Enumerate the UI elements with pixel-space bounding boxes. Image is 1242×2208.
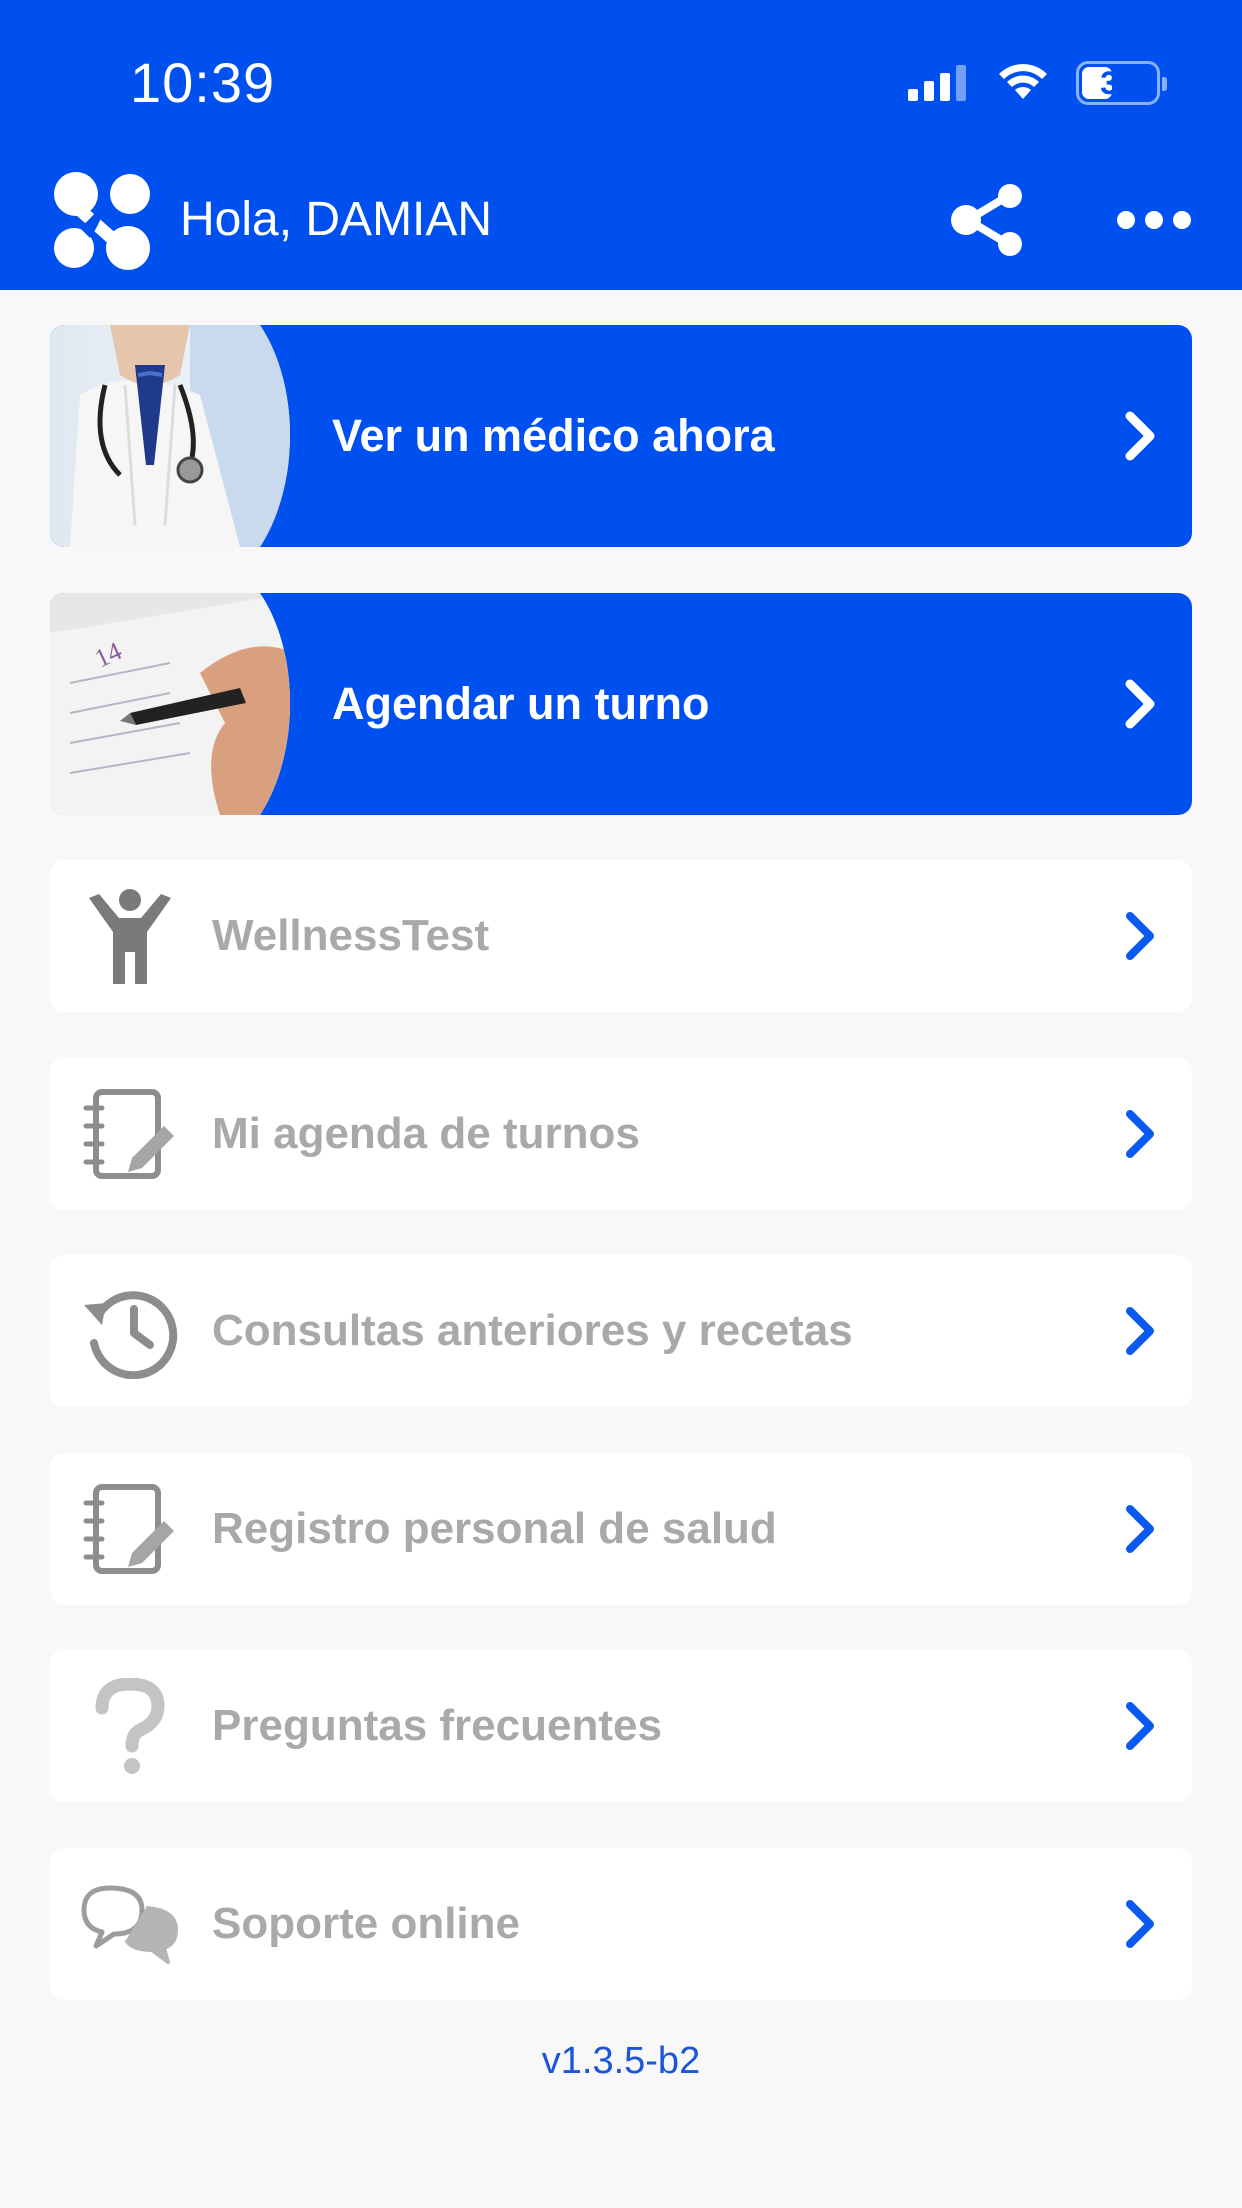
menu-item-label: Soporte online	[212, 1899, 520, 1948]
chevron-right-icon	[1126, 1307, 1154, 1355]
history-icon	[84, 1291, 178, 1379]
app-logo	[54, 172, 150, 270]
battery-indicator: 37	[1076, 61, 1167, 105]
chevron-right-icon	[1126, 1505, 1154, 1553]
calendar-photo: 14	[50, 593, 294, 815]
chevron-right-icon	[1125, 679, 1155, 729]
menu-item-label: Registro personal de salud	[212, 1504, 777, 1553]
menu-item-faq[interactable]: Preguntas frecuentes	[50, 1650, 1192, 1802]
schedule-appointment-label: Agendar un turno	[332, 678, 710, 729]
menu-item-online-support[interactable]: Soporte online	[50, 1848, 1192, 2000]
doctor-photo	[50, 325, 294, 547]
battery-level: 37	[1100, 64, 1136, 101]
menu-item-my-appointments[interactable]: Mi agenda de turnos	[50, 1058, 1192, 1210]
schedule-appointment-button[interactable]: 14 Agendar un turno	[50, 593, 1192, 815]
menu-item-label: WellnessTest	[212, 911, 490, 960]
cellular-signal-icon	[908, 65, 966, 101]
notebook-edit-icon	[83, 1484, 174, 1574]
chat-bubbles-icon	[81, 1885, 178, 1964]
status-icons: 37	[908, 58, 1167, 108]
question-icon	[95, 1678, 165, 1774]
chevron-right-icon	[1126, 1702, 1154, 1750]
app-version: v1.3.5-b2	[541, 2040, 701, 2082]
more-options-icon[interactable]	[1116, 200, 1192, 240]
see-doctor-now-label: Ver un médico ahora	[332, 410, 775, 461]
see-doctor-now-button[interactable]: Ver un médico ahora	[50, 325, 1192, 547]
greeting-text: Hola, DAMIAN	[180, 193, 493, 246]
menu-item-label: Mi agenda de turnos	[212, 1109, 640, 1158]
status-time: 10:39	[130, 51, 276, 114]
share-icon[interactable]	[950, 184, 1030, 256]
person-icon	[89, 889, 171, 984]
top-bar: 10:39 37 Hola, DAMIAN	[0, 0, 1242, 290]
menu-item-label: Preguntas frecuentes	[212, 1701, 662, 1750]
chevron-right-icon	[1126, 1900, 1154, 1948]
menu-item-health-record[interactable]: Registro personal de salud	[50, 1453, 1192, 1605]
chevron-right-icon	[1125, 411, 1155, 461]
wifi-icon	[999, 64, 1047, 99]
menu-item-past-consultations[interactable]: Consultas anteriores y recetas	[50, 1255, 1192, 1407]
chevron-right-icon	[1126, 912, 1154, 960]
notebook-edit-icon	[83, 1089, 174, 1179]
chevron-right-icon	[1126, 1110, 1154, 1158]
menu-item-wellnesstest[interactable]: WellnessTest	[50, 860, 1192, 1012]
menu-item-label: Consultas anteriores y recetas	[212, 1306, 853, 1355]
